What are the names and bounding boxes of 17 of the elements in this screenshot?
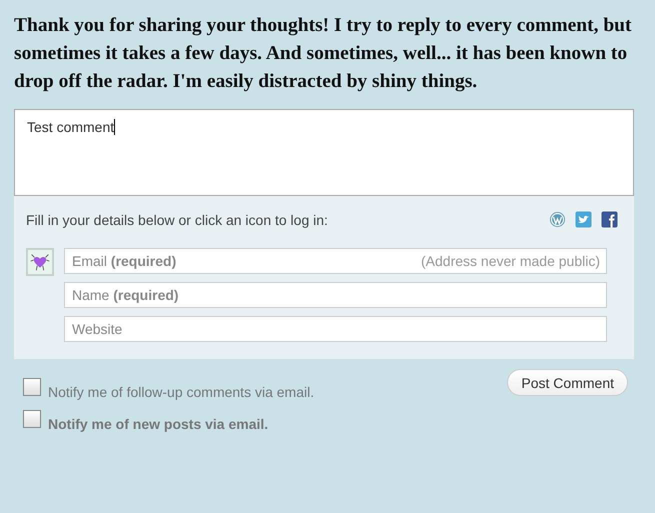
post-comment-button[interactable]: Post Comment [507, 369, 628, 396]
login-prompt: Fill in your details below or click an icon to log in: [26, 212, 328, 228]
field-hint: (Address never made public) [421, 253, 600, 269]
input-field[interactable]: Email (required) (Address never made public) [64, 248, 607, 274]
input-field[interactable]: Name (required) [64, 282, 607, 308]
checkbox-label: Notify me of new posts via email. [48, 416, 268, 432]
checkbox[interactable] [23, 410, 41, 428]
bird-icon[interactable] [575, 211, 592, 228]
wordpress-icon[interactable] [549, 211, 566, 228]
checkbox-label: Notify me of follow-up comments via email. [48, 384, 314, 400]
input-field[interactable]: Website [64, 316, 607, 342]
checkbox[interactable] [23, 378, 41, 396]
comment-field[interactable]: Test comment [14, 109, 634, 196]
avatar-icon [26, 248, 54, 276]
text-cursor [114, 119, 116, 135]
facebook-icon[interactable] [601, 211, 618, 228]
intro-text: Thank you for sharing your thoughts! I try to reply to every comment, but sometimes it takes a few days. And sometimes, well... it has been known to drop off the radar. I'm easily distracted by shiny things. [14, 14, 633, 94]
